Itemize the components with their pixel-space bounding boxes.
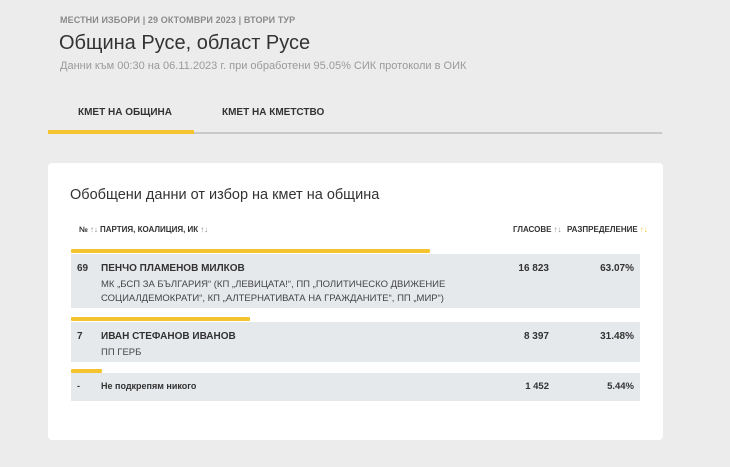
candidate-party: ПП ГЕРБ xyxy=(101,347,142,358)
tabs-bar: КМЕТ НА ОБЩИНА КМЕТ НА КМЕТСТВО xyxy=(48,100,662,134)
tab-municipality-mayor[interactable]: КМЕТ НА ОБЩИНА xyxy=(48,100,194,134)
candidate-name: Не подкрепям никого xyxy=(101,381,197,391)
candidate-name: ИВАН СТЕФАНОВ ИВАНОВ xyxy=(101,331,236,342)
sort-icon-active[interactable]: ↑↓ xyxy=(640,225,648,234)
results-title: Обобщени данни от избор на кмет на общин… xyxy=(70,187,380,203)
row-number: - xyxy=(77,381,80,391)
table-row[interactable]: 69 ПЕНЧО ПЛАМЕНОВ МИЛКОВ МК „БСП ЗА БЪЛГ… xyxy=(71,254,640,308)
election-kicker: МЕСТНИ ИЗБОРИ | 29 ОКТОМВРИ 2023 | ВТОРИ… xyxy=(60,15,296,25)
candidate-name: ПЕНЧО ПЛАМЕНОВ МИЛКОВ xyxy=(101,263,245,274)
percent-value: 63.07% xyxy=(600,263,634,274)
candidate-party: МК „БСП ЗА БЪЛГАРИЯ“ (КП „ЛЕВИЦАТА!“, ПП… xyxy=(101,279,446,304)
sort-icon[interactable]: ↑↓ xyxy=(90,225,98,234)
row-number: 7 xyxy=(77,331,83,342)
header-party-label: ПАРТИЯ, КОАЛИЦИЯ, ИК xyxy=(100,225,199,234)
data-status-subtitle: Данни към 00:30 на 06.11.2023 г. при обр… xyxy=(60,60,467,72)
header-votes-label: ГЛАСОВЕ xyxy=(513,225,552,234)
header-distribution-label: РАЗПРЕДЕЛЕНИЕ xyxy=(567,225,638,234)
percent-value: 5.44% xyxy=(607,381,634,392)
share-bar xyxy=(71,249,430,253)
table-row[interactable]: 7 ИВАН СТЕФАНОВ ИВАНОВ ПП ГЕРБ 8 397 31.… xyxy=(71,322,640,362)
votes-value: 16 823 xyxy=(518,263,549,274)
share-bar xyxy=(71,317,250,321)
header-number[interactable]: № ↑↓ xyxy=(79,225,98,234)
table-header: № ↑↓ ПАРТИЯ, КОАЛИЦИЯ, ИК ↑↓ ГЛАСОВЕ ↑↓ РАЗ… xyxy=(48,225,663,239)
sort-icon[interactable]: ↑↓ xyxy=(553,225,561,234)
row-number: 69 xyxy=(77,263,89,274)
header-votes[interactable]: ГЛАСОВЕ ↑↓ xyxy=(513,225,561,234)
header-party[interactable]: ПАРТИЯ, КОАЛИЦИЯ, ИК ↑↓ xyxy=(100,225,208,234)
votes-value: 8 397 xyxy=(523,331,549,342)
tab-village-mayor[interactable]: КМЕТ НА КМЕТСТВО xyxy=(222,100,352,134)
header-distribution[interactable]: РАЗПРЕДЕЛЕНИЕ ↑↓ xyxy=(567,225,648,234)
header-number-label: № xyxy=(79,225,88,234)
page-title: Община Русе, област Русе xyxy=(59,32,311,54)
votes-value: 1 452 xyxy=(525,381,549,392)
table-row[interactable]: - Не подкрепям никого 1 452 5.44% xyxy=(71,373,640,401)
percent-value: 31.48% xyxy=(600,331,634,342)
results-card: Обобщени данни от избор на кмет на общин… xyxy=(48,163,663,440)
sort-icon[interactable]: ↑↓ xyxy=(200,225,208,234)
